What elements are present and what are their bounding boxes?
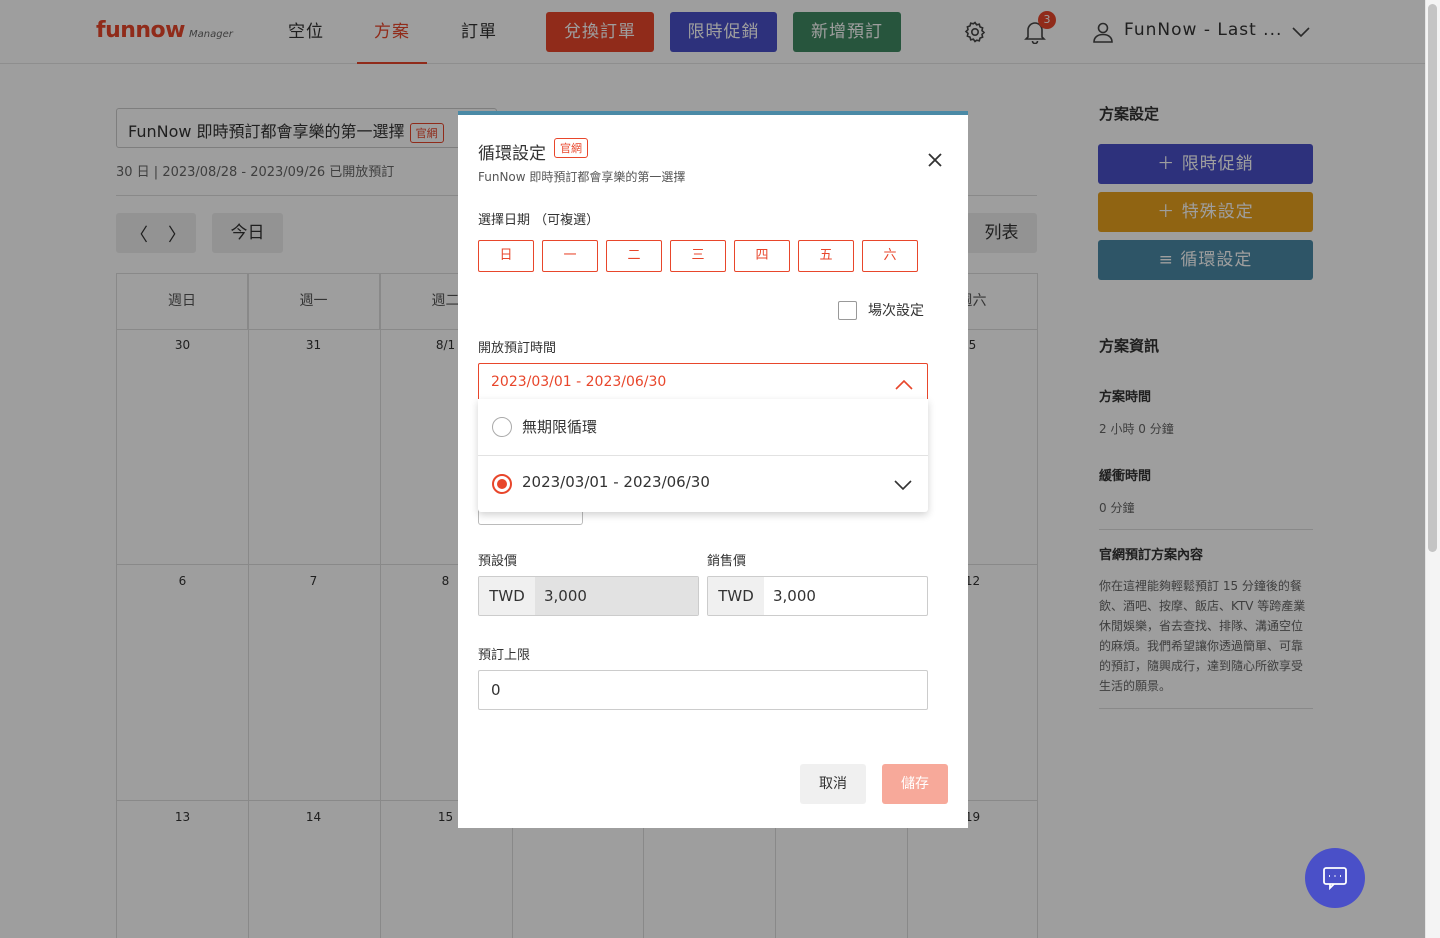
session-settings-checkbox[interactable] xyxy=(838,300,857,320)
radio-button[interactable] xyxy=(492,417,512,437)
chevron-down-icon[interactable] xyxy=(893,476,913,495)
day-button-sun[interactable]: 日 xyxy=(478,240,534,272)
default-price-field: TWD 3,000 xyxy=(478,576,699,616)
default-price-label: 預設價 xyxy=(478,554,518,569)
booking-period-label: 開放預訂時間 xyxy=(478,341,557,356)
session-settings-label: 場次設定 xyxy=(868,303,924,319)
day-button-fri[interactable]: 五 xyxy=(798,240,854,272)
default-price-value: 3,000 xyxy=(535,577,698,615)
dropdown-option-unlimited[interactable]: 無期限循環 xyxy=(478,399,928,455)
cancel-button[interactable]: 取消 xyxy=(800,764,866,804)
chevron-up-icon xyxy=(894,376,914,395)
official-tag: 官網 xyxy=(554,138,588,158)
dropdown-option-date-range[interactable]: 2023/03/01 - 2023/06/30 xyxy=(478,456,928,512)
close-icon[interactable] xyxy=(924,149,946,171)
session-settings-row[interactable]: 場次設定 xyxy=(838,300,924,320)
booking-limit-input[interactable]: 0 xyxy=(491,681,501,699)
modal-subtitle: FunNow 即時預訂都會享樂的第一選擇 xyxy=(478,170,686,184)
option-label: 無期限循環 xyxy=(522,418,598,436)
booking-period-value: 2023/03/01 - 2023/06/30 xyxy=(491,374,667,390)
day-button-sat[interactable]: 六 xyxy=(862,240,918,272)
sale-price-field[interactable]: TWD 3,000 xyxy=(707,576,928,616)
save-button[interactable]: 儲存 xyxy=(882,764,948,804)
day-button-thu[interactable]: 四 xyxy=(734,240,790,272)
booking-period-dropdown: 無期限循環 2023/03/01 - 2023/06/30 xyxy=(478,399,928,512)
chat-icon xyxy=(1323,867,1347,890)
option-label: 2023/03/01 - 2023/06/30 xyxy=(522,473,710,491)
currency-label: TWD xyxy=(479,577,535,615)
day-button-mon[interactable]: 一 xyxy=(542,240,598,272)
day-button-tue[interactable]: 二 xyxy=(606,240,662,272)
modal-title: 循環設定 xyxy=(478,144,546,164)
sale-price-label: 銷售價 xyxy=(707,554,747,569)
booking-limit-label: 預訂上限 xyxy=(478,648,531,663)
chat-button[interactable] xyxy=(1305,848,1365,908)
currency-label: TWD xyxy=(708,577,764,615)
booking-period-select[interactable]: 2023/03/01 - 2023/06/30 xyxy=(478,363,928,403)
booking-limit-field[interactable]: 0 xyxy=(478,670,928,710)
sale-price-input[interactable]: 3,000 xyxy=(764,577,927,615)
date-select-label: 選擇日期 （可複選） xyxy=(478,213,600,228)
radio-button-checked[interactable] xyxy=(492,474,512,494)
scrollbar-thumb[interactable] xyxy=(1428,4,1437,552)
day-button-wed[interactable]: 三 xyxy=(670,240,726,272)
